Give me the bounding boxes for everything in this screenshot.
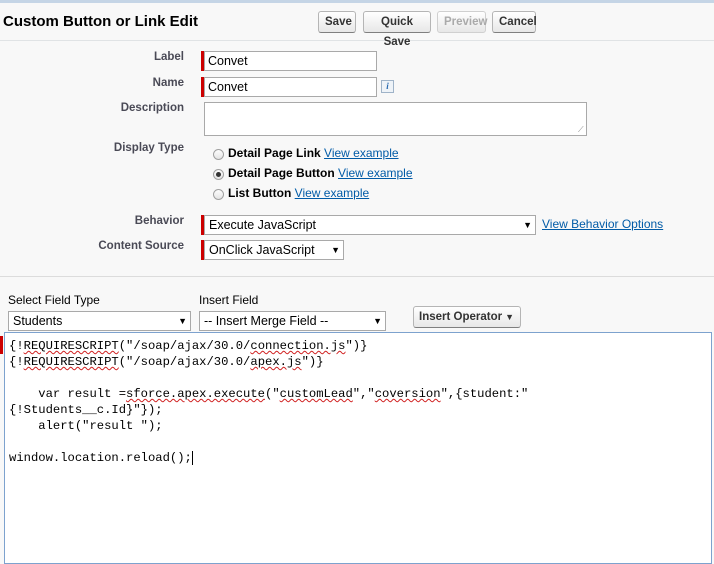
code-line: window.location.reload(); [9,450,193,465]
insert-field-value: -- Insert Merge Field -- [204,314,329,328]
display-type-option: List Button View example [228,186,369,200]
option-label: Detail Page Button [228,166,335,180]
behavior-select[interactable]: Execute JavaScript ▼ [204,215,536,235]
insert-field-dropdown[interactable]: -- Insert Merge Field -- ▼ [199,311,386,331]
radio-detail-page-button[interactable] [213,169,224,180]
label-field-label: Label [153,51,184,63]
quick-save-button[interactable]: Quick Save [363,11,431,48]
info-icon[interactable]: i [381,80,394,93]
option-label: List Button [228,186,292,200]
view-example-link[interactable]: View example [324,146,398,160]
resize-handle-icon[interactable]: ⟋ [578,126,586,134]
name-input[interactable]: Convet [204,77,377,97]
code-line: var result =sforce.apex.execute("customL… [9,387,529,401]
radio-list-button[interactable] [213,189,224,200]
select-field-type-dropdown[interactable]: Students ▼ [8,311,191,331]
code-line: alert("result "); [9,419,163,433]
cancel-button[interactable]: Cancel [492,11,537,33]
behavior-label: Behavior [134,215,184,227]
chevron-down-icon: ▼ [505,312,514,322]
label-input[interactable]: Convet [204,51,377,71]
display-type-option: Detail Page Button View example [228,166,413,180]
required-indicator [0,336,3,354]
code-content: {!REQUIRESCRIPT("/soap/ajax/30.0/connect… [9,338,528,466]
chevron-down-icon: ▼ [523,220,532,230]
page-header: Custom Button or Link Edit Save Quick Sa… [0,3,714,48]
section-divider [0,276,714,277]
content-source-label: Content Source [98,240,184,252]
insert-operator-button[interactable]: Insert Operator ▼ [413,306,521,328]
chevron-down-icon: ▼ [178,316,187,326]
content-source-select-value: OnClick JavaScript [209,243,315,257]
view-example-link[interactable]: View example [295,186,369,200]
chevron-down-icon: ▼ [331,245,340,255]
view-example-link[interactable]: View example [338,166,412,180]
chevron-down-icon: ▼ [373,316,382,326]
option-label: Detail Page Link [228,146,321,160]
description-textarea[interactable] [204,102,587,136]
save-button[interactable]: Save [318,11,356,33]
page-title: Custom Button or Link Edit [3,13,198,30]
code-line: {!Students__c.Id}"}); [9,403,163,417]
display-type-label: Display Type [113,142,184,154]
select-field-type-value: Students [13,314,63,328]
text-cursor [191,450,193,465]
code-editor[interactable]: {!REQUIRESCRIPT("/soap/ajax/30.0/connect… [4,332,712,564]
radio-detail-page-link[interactable] [213,149,224,160]
behavior-select-value: Execute JavaScript [209,218,316,232]
name-field-label: Name [152,77,184,89]
display-type-option: Detail Page Link View example [228,146,399,160]
select-field-type-label: Select Field Type [8,293,100,307]
preview-button[interactable]: Preview [437,11,487,33]
view-behavior-options-link[interactable]: View Behavior Options [542,217,663,231]
description-field-label: Description [120,102,184,114]
code-line: {!REQUIRESCRIPT("/soap/ajax/30.0/apex.js… [9,355,324,369]
insert-field-label: Insert Field [199,293,259,307]
content-source-select[interactable]: OnClick JavaScript ▼ [204,240,344,260]
code-line: {!REQUIRESCRIPT("/soap/ajax/30.0/connect… [9,339,368,353]
insert-operator-label: Insert Operator [419,311,503,323]
